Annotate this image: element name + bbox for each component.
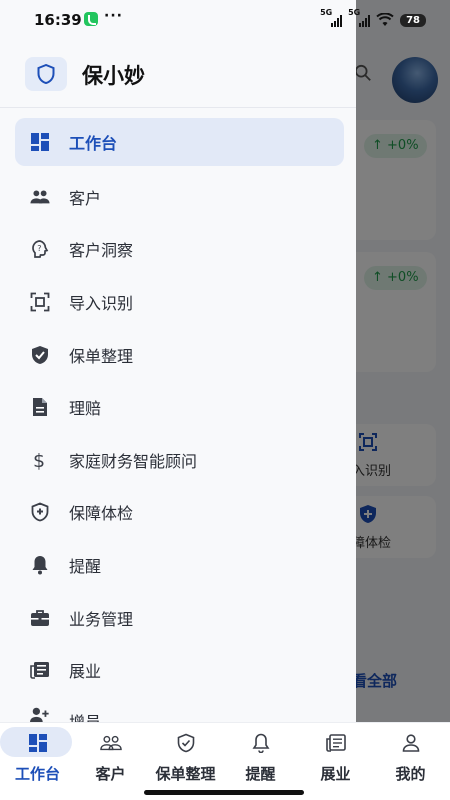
person-icon <box>400 733 422 753</box>
menu-item-label: 导入识别 <box>69 294 134 314</box>
menu-item-label: 增员 <box>69 709 101 722</box>
shield-logo-icon <box>25 57 67 91</box>
status-time: 16:39 <box>34 11 82 29</box>
briefcase-icon <box>30 608 50 628</box>
status-bar: 16:39 ··· 5G 5G 78 <box>0 0 450 40</box>
call-icon <box>84 12 98 26</box>
wifi-icon <box>376 13 394 26</box>
tab-customers[interactable]: 客户 <box>73 723 148 800</box>
tab-label: 工作台 <box>14 765 60 783</box>
menu-item-label: 家庭财务智能顾问 <box>69 451 198 471</box>
menu-item-claims[interactable]: 理赔 <box>0 381 356 434</box>
bottom-nav: 工作台 客户 保单整理 提醒 展业 我的 <box>0 722 450 800</box>
shield-plus-icon <box>30 502 50 522</box>
newspaper-icon <box>325 733 347 753</box>
menu-item-workbench[interactable]: 工作台 <box>15 118 344 166</box>
menu-item-customers[interactable]: 客户 <box>0 171 356 224</box>
menu-item-label: 客户洞察 <box>69 241 134 261</box>
battery-indicator: 78 <box>400 14 426 27</box>
menu-item-label: 业务管理 <box>69 609 134 629</box>
menu-item-label: 保障体检 <box>69 504 134 524</box>
drawer-menu: 工作台 客户 ? 客户洞察 导入识别 保单整理 理赔 $ 家庭财务智能顾问 保障… <box>0 118 356 722</box>
menu-item-label: 工作台 <box>69 134 118 153</box>
menu-item-import-recognition[interactable]: 导入识别 <box>0 276 356 329</box>
tab-label: 展业 <box>320 765 351 783</box>
svg-text:$: $ <box>33 450 45 470</box>
more-dots: ··· <box>104 8 123 24</box>
shield-check-icon <box>175 733 197 753</box>
menu-item-reminders[interactable]: 提醒 <box>0 539 356 592</box>
menu-item-policy-organize[interactable]: 保单整理 <box>0 328 356 381</box>
menu-item-label: 理赔 <box>69 399 102 419</box>
document-icon <box>30 397 50 417</box>
newspaper-icon <box>30 660 50 680</box>
tab-marketing[interactable]: 展业 <box>298 723 373 800</box>
menu-item-customer-insight[interactable]: ? 客户洞察 <box>0 223 356 276</box>
menu-item-label: 保单整理 <box>69 346 134 366</box>
dashboard-icon <box>30 132 50 152</box>
shield-check-icon <box>30 345 50 365</box>
svg-text:?: ? <box>37 244 41 253</box>
signal-icon: 5G <box>348 8 371 27</box>
menu-item-family-finance-advisor[interactable]: $ 家庭财务智能顾问 <box>0 434 356 487</box>
bell-icon <box>250 733 272 753</box>
bell-icon <box>30 555 50 575</box>
menu-item-label: 展业 <box>69 662 102 682</box>
tab-mine[interactable]: 我的 <box>373 723 448 800</box>
menu-item-recruitment[interactable]: 增员 <box>0 697 356 722</box>
scan-icon <box>30 292 50 312</box>
navigation-drawer: 保小妙 工作台 客户 ? 客户洞察 导入识别 保单整理 理赔 $ 家庭财务智能顾… <box>0 0 356 722</box>
tab-label: 保单整理 <box>155 765 216 783</box>
dashboard-icon <box>27 733 49 753</box>
menu-item-business-management[interactable]: 业务管理 <box>0 591 356 644</box>
drawer-header: 保小妙 <box>0 40 356 108</box>
tab-label: 客户 <box>95 765 126 783</box>
tab-reminders[interactable]: 提醒 <box>223 723 298 800</box>
tab-policy-organize[interactable]: 保单整理 <box>148 723 223 800</box>
insight-icon: ? <box>30 239 50 259</box>
app-title: 保小妙 <box>82 64 145 88</box>
signal-icon: 5G <box>320 8 343 27</box>
tab-workbench[interactable]: 工作台 <box>0 723 75 800</box>
people-icon <box>99 733 122 753</box>
tab-label: 我的 <box>395 765 426 783</box>
person-add-icon <box>30 705 50 722</box>
dollar-icon: $ <box>30 450 50 470</box>
tab-label: 提醒 <box>245 765 276 783</box>
menu-item-marketing[interactable]: 展业 <box>0 644 356 697</box>
menu-item-label: 提醒 <box>69 557 102 577</box>
menu-item-label: 客户 <box>69 188 102 208</box>
people-icon <box>30 187 50 207</box>
home-indicator[interactable] <box>144 790 304 795</box>
menu-item-coverage-checkup[interactable]: 保障体检 <box>0 486 356 539</box>
